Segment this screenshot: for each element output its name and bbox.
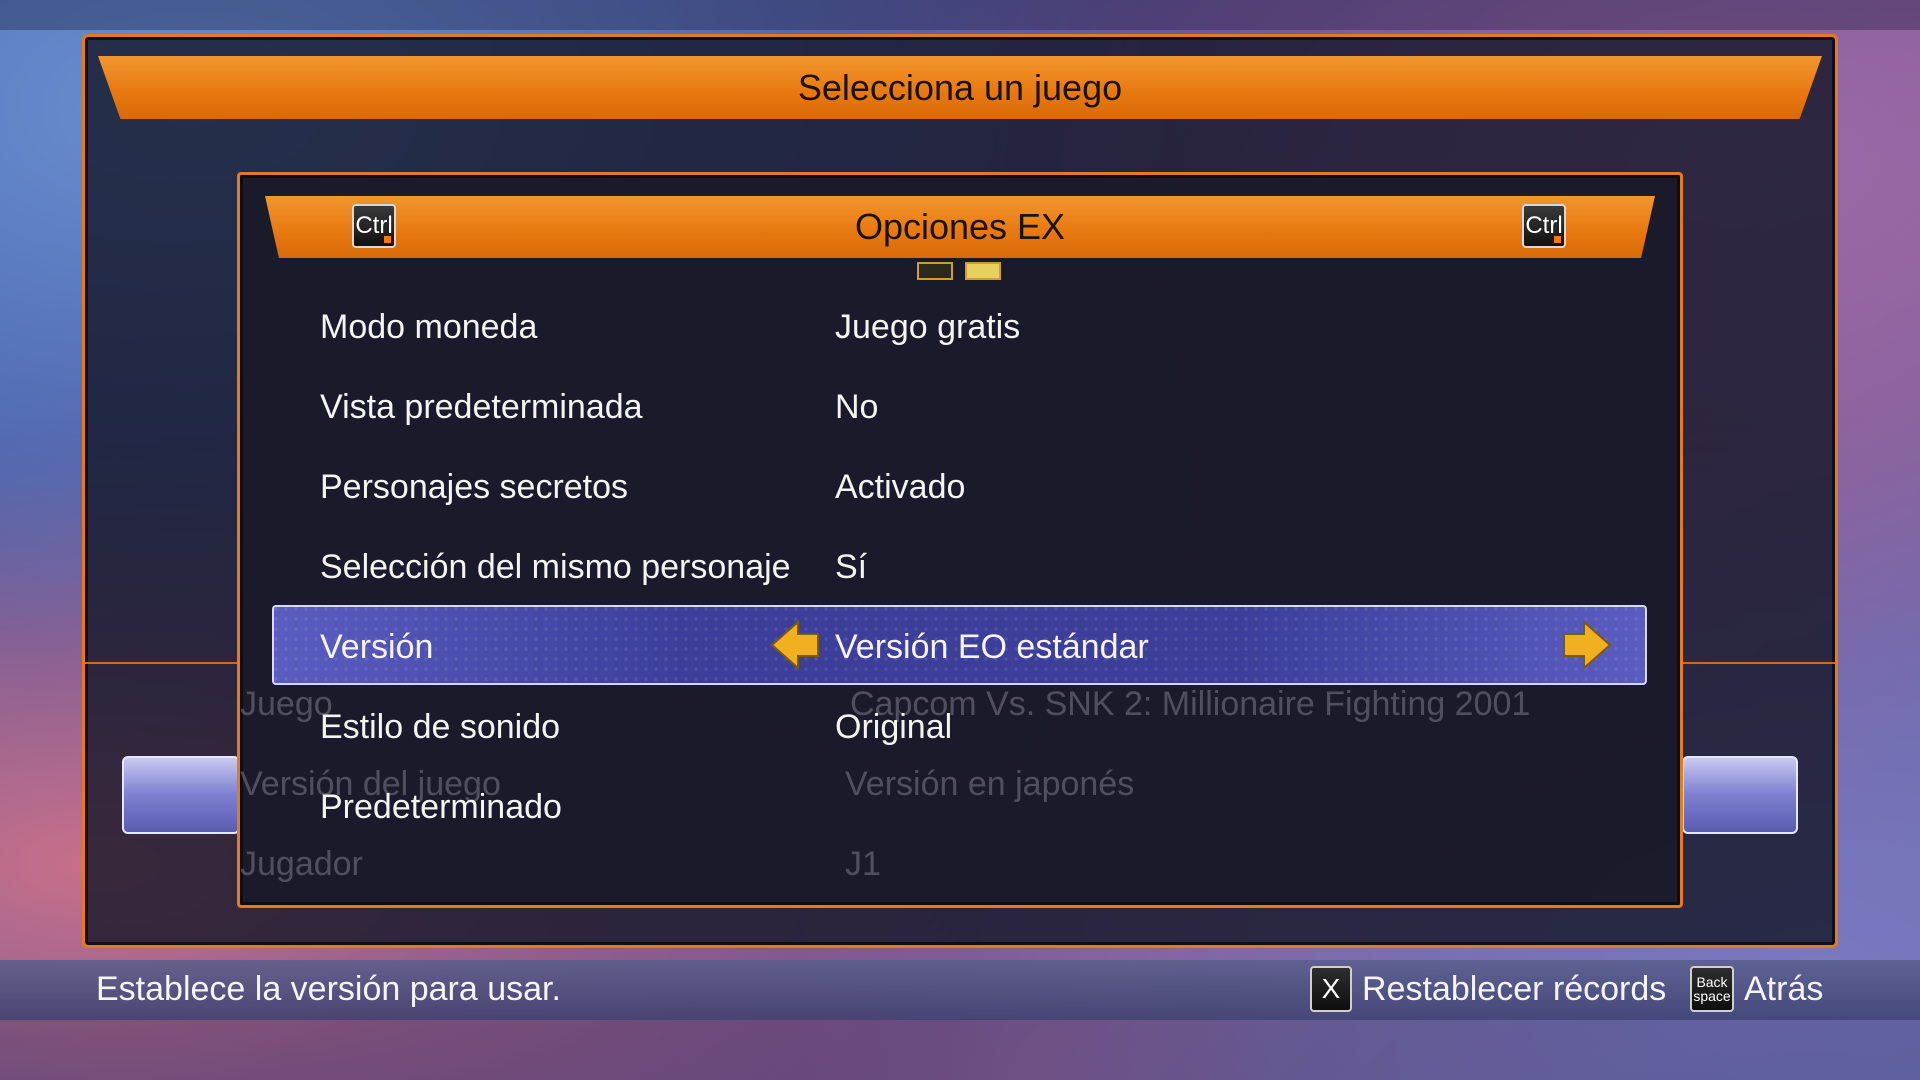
option-same-character-label[interactable]: Selección del mismo personaje [320,548,791,587]
reset-records-key[interactable]: X [1310,966,1352,1012]
reset-records-button[interactable]: Restablecer récords [1362,970,1666,1009]
divider [84,662,238,664]
arrow-right-icon[interactable] [1560,618,1614,672]
option-same-character-value: Sí [835,548,868,586]
back-button[interactable]: Atrás [1744,970,1823,1009]
key-indicator-icon [384,236,391,243]
background-selected-row-left [122,756,240,834]
back-key[interactable]: Back space [1690,966,1734,1012]
option-version-label[interactable]: Versión [320,628,433,667]
option-sound-style-value: Original [835,708,953,746]
page-indicator-2 [965,262,1001,280]
background-player-label: Jugador [240,845,363,883]
page-indicator-1 [917,262,953,280]
prev-page-key[interactable]: Ctrl [352,204,396,248]
page-title-bar: Selecciona un juego [98,56,1822,119]
page-title: Selecciona un juego [797,66,1123,108]
backspace-key-label: Back space [1693,974,1731,1004]
divider [1682,662,1836,664]
option-default-view-value: No [835,388,879,426]
help-text: Establece la versión para usar. [96,970,561,1008]
dialog-title-bar: Opciones EX [265,196,1655,258]
background-game-label: Juego [240,685,333,723]
background-art [0,0,1920,30]
arrow-left-icon[interactable] [768,618,822,672]
key-indicator-icon [1554,236,1561,243]
option-secret-characters-value: Activado [835,468,966,506]
option-sound-style-label[interactable]: Estilo de sonido [320,708,560,747]
option-coin-mode-label[interactable]: Modo moneda [320,308,537,347]
dialog-title: Opciones EX [854,206,1066,247]
background-player-value: J1 [845,845,881,883]
option-version-value[interactable]: Versión EO estándar [835,628,1149,667]
option-coin-mode-value: Juego gratis [835,308,1021,346]
background-version-value: Versión en japonés [845,765,1135,803]
background-selected-row-right [1682,756,1798,834]
option-defaults-button[interactable]: Predeterminado [320,788,562,827]
background-art-bottom [0,1020,1920,1080]
next-page-key[interactable]: Ctrl [1522,204,1566,248]
option-default-view-label[interactable]: Vista predeterminada [320,388,643,427]
option-secret-characters-label[interactable]: Personajes secretos [320,468,628,507]
x-key-label: X [1321,973,1341,1004]
